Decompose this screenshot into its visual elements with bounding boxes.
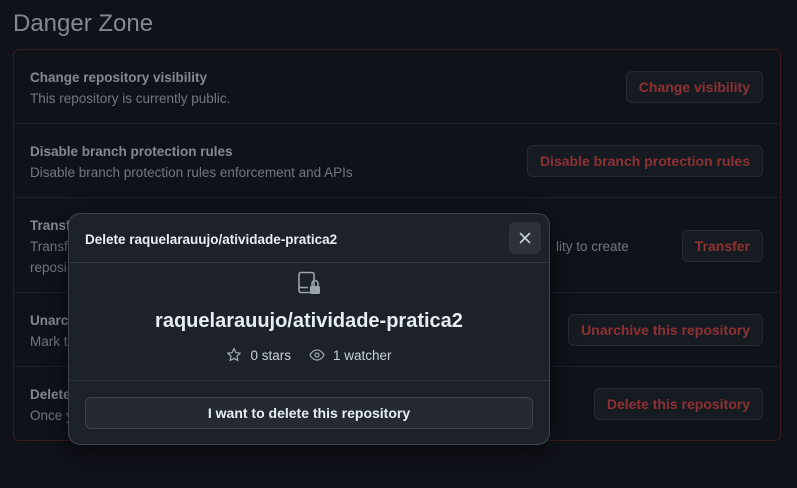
watchers-stat: 1 watcher bbox=[309, 347, 392, 363]
close-button[interactable] bbox=[509, 222, 541, 254]
stars-stat: 0 stars bbox=[226, 347, 291, 363]
settings-page: Danger Zone Change repository visibility… bbox=[0, 0, 797, 488]
dialog-body: raquelarauujo/atividade-pratica2 0 stars… bbox=[69, 263, 549, 381]
delete-repository-dialog: Delete raquelarauujo/atividade-pratica2 … bbox=[68, 213, 550, 445]
eye-icon bbox=[309, 349, 325, 361]
repo-locked-icon bbox=[298, 271, 320, 294]
dialog-header: Delete raquelarauujo/atividade-pratica2 bbox=[69, 214, 549, 263]
dialog-title: Delete raquelarauujo/atividade-pratica2 bbox=[85, 232, 338, 247]
repository-stats: 0 stars 1 watcher bbox=[69, 347, 549, 363]
star-icon bbox=[227, 347, 242, 362]
confirm-delete-button[interactable]: I want to delete this repository bbox=[85, 397, 533, 429]
repository-name: raquelarauujo/atividade-pratica2 bbox=[155, 310, 463, 332]
stars-count: 0 stars bbox=[250, 347, 291, 363]
x-icon bbox=[519, 232, 531, 244]
watchers-count: 1 watcher bbox=[332, 347, 392, 363]
